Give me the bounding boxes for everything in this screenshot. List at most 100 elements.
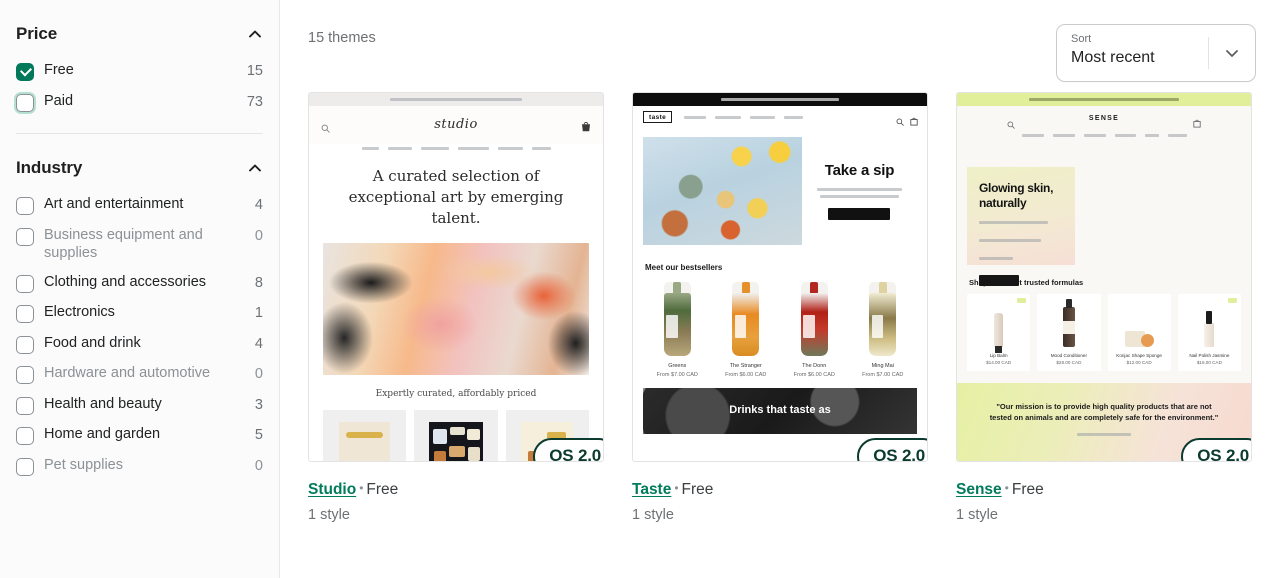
checkbox-health-and-beauty[interactable] <box>16 396 34 415</box>
filter-option-hardware-and-automotive[interactable]: Hardware and automotive 0 <box>16 359 263 390</box>
preview-hero-heading: A curated selection of exceptional art b… <box>348 167 564 227</box>
preview-quote-text: "Our mission is to provide high quality … <box>989 402 1219 422</box>
status-badge: OS 2.0 <box>1181 438 1251 461</box>
facet-industry-options: Art and entertainment 4 Business equipme… <box>16 190 263 481</box>
results-count: 15 themes <box>308 30 376 46</box>
preview-product-price: From $6.00 CAD <box>793 372 835 378</box>
filter-option-count: 4 <box>254 197 263 213</box>
chevron-up-icon[interactable] <box>247 26 263 42</box>
preview-header: studio <box>309 106 603 144</box>
filter-option-label: Hardware and automotive <box>44 365 211 381</box>
preview-product-name: Greens <box>668 363 687 369</box>
preview-announcement-bar <box>957 93 1251 106</box>
preview-product-tile <box>323 410 407 461</box>
facet-price-title: Price <box>16 24 58 43</box>
filter-option-free[interactable]: Free 15 <box>16 56 263 87</box>
preview-nav <box>684 115 804 119</box>
checkbox-food-and-drink[interactable] <box>16 335 34 354</box>
preview-product-name: Lip Balm <box>989 353 1008 358</box>
preview-section-heading: Meet our bestsellers <box>645 263 723 272</box>
chevron-down-icon[interactable] <box>1209 25 1255 81</box>
chevron-up-icon[interactable] <box>247 160 263 176</box>
filter-option-count: 3 <box>254 396 263 413</box>
theme-card-taste[interactable]: taste Take a sip Meet our bestsellers Gr… <box>632 92 928 523</box>
checkbox-home-and-garden[interactable] <box>16 427 34 445</box>
theme-name-link[interactable]: Taste <box>632 481 671 498</box>
theme-price: Free <box>1011 481 1044 498</box>
theme-name-link[interactable]: Sense <box>956 481 1002 498</box>
theme-preview-studio[interactable]: studio A curated selection of exceptiona… <box>308 92 604 462</box>
preview-product-tile: Greens From $7.00 CAD <box>643 282 712 378</box>
filter-option-electronics[interactable]: Electronics 1 <box>16 298 263 329</box>
theme-card-sense[interactable]: SENSE Glowing skin, naturally Shop our m… <box>956 92 1252 523</box>
filter-option-label: Clothing and accessories <box>44 273 207 290</box>
filter-option-business-equipment-and-supplies[interactable]: Business equipment and supplies 0 <box>16 221 263 268</box>
filter-option-count: 8 <box>254 274 263 291</box>
filter-option-count: 0 <box>254 457 263 474</box>
filter-option-health-and-beauty[interactable]: Health and beauty 3 <box>16 390 263 421</box>
checkbox-hardware-and-automotive[interactable] <box>16 366 34 384</box>
theme-name-link[interactable]: Studio <box>308 481 356 498</box>
preview-product-name: The Stranger <box>729 363 762 369</box>
filter-option-home-and-garden[interactable]: Home and garden 5 <box>16 420 263 451</box>
checkbox-business-equipment-and-supplies[interactable] <box>16 227 34 246</box>
meta-separator: • <box>674 481 679 495</box>
facet-price-options: Free 15 Paid 73 <box>16 56 263 117</box>
preview-product-price: $16.00 CAD <box>1196 360 1222 365</box>
preview-product-tag <box>1228 298 1237 303</box>
filter-option-food-and-drink[interactable]: Food and drink 4 <box>16 329 263 360</box>
preview-hero-copy: Glowing skin, naturally <box>967 167 1075 286</box>
filter-option-clothing-and-accessories[interactable]: Clothing and accessories 8 <box>16 268 263 299</box>
checkbox-electronics[interactable] <box>16 305 34 323</box>
preview-product-tile: Mood Conditioner $28.00 CAD <box>1037 294 1101 371</box>
facet-price-header[interactable]: Price <box>16 22 263 44</box>
checkbox-art-and-entertainment[interactable] <box>16 197 34 215</box>
facet-industry-header[interactable]: Industry <box>16 156 263 178</box>
theme-price: Free <box>366 481 399 498</box>
theme-card-studio[interactable]: studio A curated selection of exceptiona… <box>308 92 604 523</box>
theme-style-count: 1 style <box>956 507 998 523</box>
meta-separator: • <box>1004 481 1009 495</box>
sort-value: Most recent <box>1071 49 1155 66</box>
preview-product-price: $12.00 CAD <box>1126 360 1152 365</box>
sort-select[interactable]: Sort Most recent <box>1056 24 1256 82</box>
checkbox-paid[interactable] <box>16 93 34 112</box>
theme-meta: Studio • Free 1 style <box>308 462 604 523</box>
theme-card-grid: studio A curated selection of exceptiona… <box>308 76 1256 523</box>
checkbox-free[interactable] <box>16 63 34 81</box>
filter-option-label: Paid <box>44 92 74 109</box>
theme-meta: Taste • Free 1 style <box>632 462 928 523</box>
theme-results: 15 themes Sort Most recent studio A cura… <box>280 0 1280 578</box>
preview-product-price: $28.00 CAD <box>1056 360 1082 365</box>
preview-section-heading: Expertly curated, affordably priced <box>375 389 537 399</box>
filter-option-count: 1 <box>254 305 263 321</box>
preview-hero-photo <box>643 137 802 245</box>
filter-option-art-and-entertainment[interactable]: Art and entertainment 4 <box>16 190 263 221</box>
preview-logo: SENSE <box>1088 115 1120 122</box>
filter-option-pet-supplies[interactable]: Pet supplies 0 <box>16 451 263 482</box>
checkbox-clothing-and-accessories[interactable] <box>16 274 34 293</box>
checkbox-pet-supplies[interactable] <box>16 457 34 476</box>
preview-product-name: The Donn <box>802 363 827 369</box>
preview-bottom-tiles <box>967 461 1241 462</box>
filter-option-label: Business equipment and supplies <box>44 226 203 262</box>
facet-industry-title: Industry <box>16 158 83 177</box>
theme-price: Free <box>681 481 714 498</box>
filter-option-count: 15 <box>246 63 263 79</box>
cart-icon <box>581 119 591 137</box>
results-toolbar: 15 themes Sort Most recent <box>308 0 1256 82</box>
filter-option-count: 5 <box>254 427 263 443</box>
status-badge: OS 2.0 <box>533 438 603 461</box>
status-badge: OS 2.0 <box>857 438 927 461</box>
preview-product-price: From $6.00 CAD <box>725 372 767 378</box>
preview-hero: Take a sip <box>643 137 917 245</box>
filter-option-count: 4 <box>254 335 263 352</box>
theme-preview-sense[interactable]: SENSE Glowing skin, naturally Shop our m… <box>956 92 1252 462</box>
theme-preview-taste[interactable]: taste Take a sip Meet our bestsellers Gr… <box>632 92 928 462</box>
preview-product-tile: The Donn From $6.00 CAD <box>780 282 849 378</box>
preview-product-tile <box>414 410 498 461</box>
preview-product-name: Mood Conditioner <box>1050 353 1087 358</box>
filter-option-paid[interactable]: Paid 73 <box>16 87 263 118</box>
preview-product-price: $14.00 CAD <box>986 360 1012 365</box>
preview-product-grid: Lip Balm $14.00 CAD Mood Conditioner $28… <box>967 287 1241 371</box>
